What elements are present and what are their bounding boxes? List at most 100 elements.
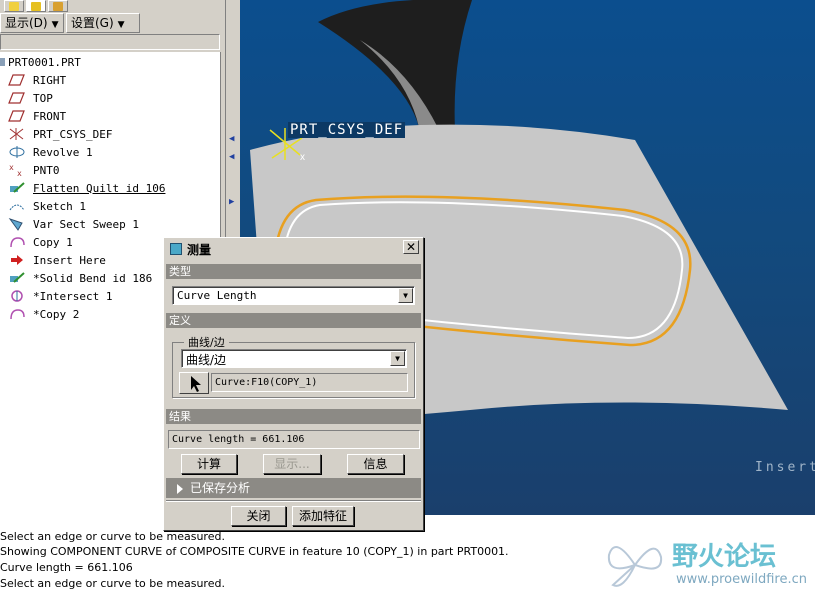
csys-axis-label: x [300, 152, 305, 163]
tab-favorites[interactable] [48, 0, 68, 12]
tree-item-label: TOP [33, 91, 53, 105]
tree-item[interactable]: *Solid Bend id 186 [0, 269, 152, 287]
copy-icon [8, 235, 26, 249]
display-menu[interactable]: 显示(D) ▼ [0, 13, 64, 33]
tree-item[interactable]: xx PNT0 [0, 161, 60, 179]
tree-item-label: Copy 1 [33, 235, 73, 249]
tree-item[interactable]: PRT_CSYS_DEF [0, 125, 112, 143]
datum-plane-icon [8, 91, 26, 105]
tree-item[interactable]: Copy 1 [0, 233, 73, 251]
tree-item-label: Flatten Quilt id 106 [33, 181, 166, 195]
tab-model-tree[interactable] [4, 0, 24, 12]
tree-item[interactable]: Sketch 1 [0, 197, 86, 215]
forum-name: 野火论坛 [672, 542, 777, 572]
display-menu-label: 显示(D) [5, 16, 48, 30]
tree-item-label: *Copy 2 [33, 307, 80, 321]
folder-icon [9, 2, 19, 11]
add-feature-button[interactable]: 添加特征 [292, 506, 354, 526]
sweep-icon [8, 217, 26, 231]
info-button[interactable]: 信息 [347, 454, 404, 474]
star-icon [31, 2, 41, 11]
insert-arrow-icon [8, 253, 26, 267]
tree-item[interactable]: Insert Here [0, 251, 106, 269]
tree-item-label: Insert Here [33, 253, 106, 267]
dialog-titlebar[interactable]: 测量 [166, 240, 421, 258]
measure-dialog: 测量 ✕ 类型 Curve Length ▼ 定义 曲线/边 曲线/边 ▼ Cu… [163, 237, 424, 531]
intersect-icon [8, 289, 26, 303]
curve-edge-group-label: 曲线/边 [184, 334, 229, 350]
tree-item-label: Revolve 1 [33, 145, 93, 159]
tree-item[interactable]: *Copy 2 [0, 305, 79, 323]
tree-item[interactable]: Revolve 1 [0, 143, 93, 161]
revolve-surface [318, 0, 472, 132]
close-button[interactable]: 关闭 [231, 506, 286, 526]
tree-filter-field[interactable] [0, 34, 220, 50]
settings-menu-label: 设置(G) [71, 16, 114, 30]
compute-button[interactable]: 计算 [181, 454, 237, 474]
tree-item[interactable]: Flatten Quilt id 106 [0, 179, 165, 197]
expand-triangle-icon [177, 484, 183, 494]
divider [166, 500, 421, 502]
message-line: Showing COMPONENT CURVE of COMPOSITE CUR… [0, 545, 509, 558]
tree-item-label: *Intersect 1 [33, 289, 113, 303]
tree-item-label: FRONT [33, 109, 67, 123]
tab-layers[interactable] [26, 0, 46, 12]
tree-item-label: PRT_CSYS_DEF [33, 127, 113, 141]
revolve-icon [8, 145, 26, 159]
butterfly-icon [607, 546, 663, 587]
copy-icon [8, 307, 26, 321]
chevron-left-icon: ◀ [229, 134, 235, 144]
display-button[interactable]: 显示... [263, 454, 321, 474]
csys-label: PRT_CSYS_DEF [288, 122, 406, 138]
tree-item-label: Sketch 1 [33, 199, 86, 213]
tree-menubar: 显示(D) ▼ 设置(G) ▼ [0, 12, 225, 34]
message-line: Curve length = 661.106 [0, 561, 133, 574]
tree-item-label: RIGHT [33, 73, 67, 87]
settings-menu[interactable]: 设置(G) ▼ [66, 13, 140, 33]
cursor-arrow-icon [191, 376, 201, 392]
curve-edge-value: 曲线/边 [186, 353, 227, 367]
chevron-down-icon[interactable]: ▼ [398, 288, 413, 303]
datum-plane-icon [8, 73, 26, 87]
csys-icon [8, 127, 26, 141]
tree-item[interactable]: RIGHT [0, 71, 66, 89]
message-line: Select an edge or curve to be measured. [0, 530, 225, 543]
svg-text:x: x [17, 169, 22, 177]
curve-edge-select[interactable]: 曲线/边 ▼ [181, 349, 407, 368]
measure-type-select[interactable]: Curve Length ▼ [172, 286, 415, 305]
tree-item[interactable]: Var Sect Sweep 1 [0, 215, 139, 233]
results-section-header: 结果 [166, 409, 421, 424]
saved-analysis-label: 已保存分析 [190, 481, 251, 495]
flatten-quilt-icon [8, 181, 26, 195]
message-line: Select an edge or curve to be measured. [0, 577, 225, 590]
panel-tabs [0, 0, 225, 12]
part-icon [0, 55, 6, 69]
tree-item[interactable]: FRONT [0, 107, 66, 125]
tree-item-label: Var Sect Sweep 1 [33, 217, 139, 231]
tree-item[interactable]: *Intersect 1 [0, 287, 112, 305]
close-icon[interactable]: ✕ [403, 240, 419, 254]
svg-text:x: x [9, 163, 14, 172]
solid-bend-icon [8, 271, 26, 285]
saved-analysis-expander[interactable]: 已保存分析 [166, 478, 421, 498]
sketch-icon [8, 199, 26, 213]
definition-section-header: 定义 [166, 313, 421, 328]
tree-item[interactable]: PRT0001.PRT [0, 53, 81, 71]
tree-item-label: PNT0 [33, 163, 60, 177]
chevron-right-icon: ▶ [229, 197, 235, 207]
result-field: Curve length = 661.106 [168, 430, 420, 449]
dialog-title: 测量 [187, 242, 212, 257]
select-arrow-button[interactable] [179, 372, 209, 394]
forum-url: www.proewildfire.cn [676, 572, 807, 587]
type-section-header: 类型 [166, 264, 421, 279]
measure-type-value: Curve Length [177, 289, 257, 302]
tree-item[interactable]: TOP [0, 89, 53, 107]
chevron-down-icon: ▼ [51, 20, 59, 30]
favorites-icon [53, 2, 63, 11]
selected-curve-field: Curve:F10(COPY_1) [211, 373, 408, 392]
chevron-down-icon: ▼ [117, 20, 125, 30]
datum-point-icon: xx [8, 163, 26, 178]
measure-icon [170, 243, 182, 255]
datum-plane-icon [8, 109, 26, 123]
chevron-down-icon[interactable]: ▼ [390, 351, 405, 366]
